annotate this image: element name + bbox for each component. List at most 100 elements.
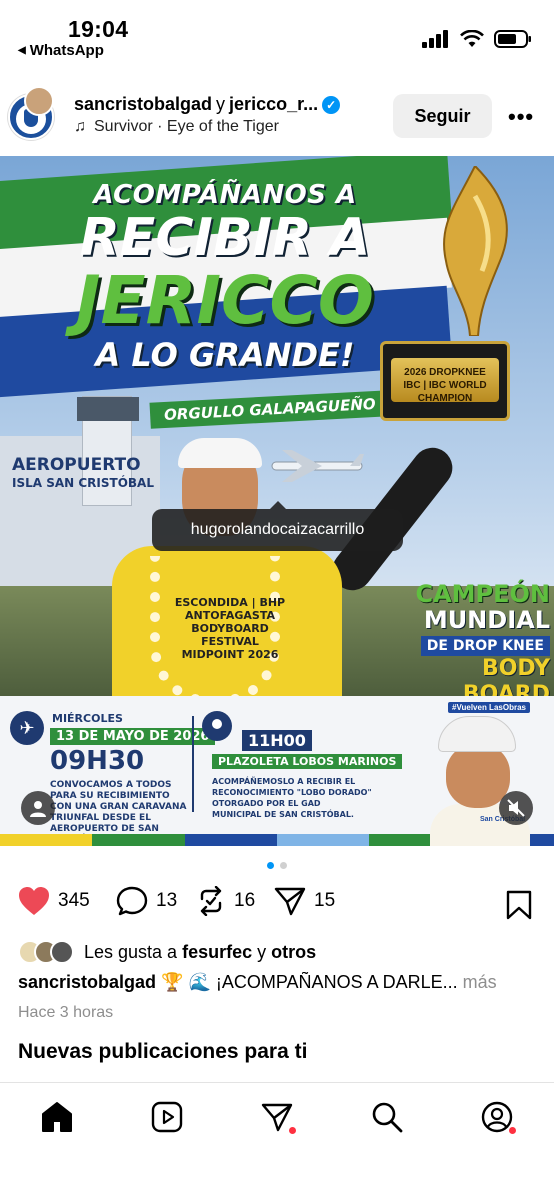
speaker-muted-icon	[507, 799, 525, 817]
airport-sign-line-2: ISLA SAN CRISTÓBAL	[12, 476, 154, 490]
event-time-1: 09H30	[50, 746, 145, 776]
collaborator-username[interactable]: jericco_r...	[229, 94, 318, 115]
back-app-label: WhatsApp	[29, 42, 104, 59]
champion-badge: CAMPEÓN MUNDIAL DE DROP KNEE BODY BOARD	[390, 581, 550, 708]
event-divider	[192, 716, 194, 812]
bottom-navigation	[0, 1082, 554, 1200]
airport-sign: AEROPUERTO ISLA SAN CRISTÓBAL	[12, 456, 162, 492]
likes-connector: y	[257, 941, 267, 962]
repost-button[interactable]: 16	[196, 886, 255, 916]
nav-direct[interactable]	[259, 1099, 296, 1135]
mascot-hard-hat	[438, 716, 516, 752]
verified-badge-icon: ✓	[322, 95, 341, 114]
profile-notification-dot	[509, 1127, 516, 1134]
headline-line-1: ACOMPÁÑANOS A	[93, 180, 357, 210]
carousel-dot-active	[267, 862, 274, 869]
mascot-hat-tag: #Vuelven LasObras	[448, 702, 530, 713]
direct-notification-dot	[289, 1127, 296, 1134]
share-button[interactable]: 15	[274, 886, 335, 916]
carousel-indicator	[0, 862, 554, 869]
profile-icon	[481, 1101, 513, 1133]
nav-home[interactable]	[39, 1099, 75, 1135]
post-caption[interactable]: sancristobalgad 🏆 🌊 ¡ACOMPAÑANOS A DARLE…	[18, 972, 538, 993]
event-date: 13 DE MAYO DE 2026	[50, 728, 216, 745]
battery-icon	[494, 30, 531, 48]
liker-username[interactable]: fesurfec	[182, 942, 252, 962]
event-place: PLAZOLETA LOBOS MARINOS	[212, 754, 403, 769]
nav-reels[interactable]	[149, 1099, 185, 1135]
status-bar: 19:04 ◀ WhatsApp	[0, 0, 554, 70]
direct-message-icon	[261, 1103, 293, 1132]
back-to-app[interactable]: ◀ WhatsApp	[18, 42, 104, 59]
back-arrow-icon: ◀	[18, 45, 26, 56]
music-note-icon: ♫	[74, 118, 86, 135]
carousel-dot	[280, 862, 287, 869]
headline-line-3: JERICCO	[76, 262, 374, 339]
trophy-icon	[442, 166, 508, 336]
poster-headline: ACOMPÁÑANOS A RECIBIR A JERICCO A LO GRA…	[60, 180, 390, 374]
event-text-2: ACOMPÁÑEMOSLO A RECIBIR EL RECONOCIMIENT…	[212, 777, 372, 819]
likes-text: Les gusta a fesurfec y otros	[84, 942, 316, 963]
author-username[interactable]: sancristobalgad	[74, 94, 212, 115]
post-authors: sancristobalgad y jericco_r... ✓	[74, 94, 341, 115]
mute-button[interactable]	[499, 791, 533, 825]
cellular-signal-icon	[422, 30, 448, 48]
athlete-cap	[178, 438, 262, 468]
repost-count: 16	[234, 890, 256, 911]
more-options-icon[interactable]: •••	[508, 104, 534, 130]
headline-line-2: RECIBIR A	[79, 208, 371, 268]
paper-plane-icon	[274, 887, 306, 916]
follow-button[interactable]: Seguir	[393, 94, 492, 138]
headline-line-4: A LO GRANDE!	[95, 336, 355, 374]
collaborator-avatar[interactable]	[24, 86, 54, 116]
likes-prefix: Les gusta a	[84, 941, 178, 962]
like-button[interactable]: 345	[18, 886, 90, 916]
trophy-plate: 2026 DROPKNEE IBC | IBC WORLD CHAMPION	[391, 358, 499, 404]
champion-line-2: MUNDIAL	[423, 606, 550, 634]
post-media[interactable]: ACOMPÁÑANOS A RECIBIR A JERICCO A LO GRA…	[0, 156, 554, 846]
event-day: MIÉRCOLES	[52, 712, 123, 725]
mascot-figure: San Cristóbal #Vuelven LasObras	[420, 702, 540, 846]
comment-button[interactable]: 13	[116, 886, 177, 916]
repost-icon	[200, 886, 222, 916]
authors-connector: y	[216, 94, 226, 114]
status-time: 19:04	[68, 16, 129, 42]
heart-filled-icon	[19, 887, 49, 915]
champion-line-3: DE DROP KNEE	[420, 636, 550, 656]
post-actions: 345 13 16 15	[0, 886, 554, 926]
athlete-vest-text: ESCONDIDA | BHP ANTOFAGASTA BODYBOARD FE…	[174, 596, 286, 661]
airport-sign-line-1: AEROPUERTO	[12, 455, 141, 475]
departure-plane-icon: ✈	[10, 711, 44, 745]
caption-text: 🏆 🌊 ¡ACOMPAÑANOS A DARLE...	[161, 972, 458, 992]
section-title: Nuevas publicaciones para ti	[18, 1040, 308, 1063]
wifi-icon	[460, 30, 484, 47]
nav-profile[interactable]	[479, 1099, 516, 1135]
reels-icon	[151, 1101, 183, 1133]
tagged-people-button[interactable]	[21, 791, 55, 825]
nav-search[interactable]	[369, 1099, 405, 1135]
likes-summary[interactable]: Les gusta a fesurfec y otros	[18, 940, 316, 964]
event-time-2: 11H00	[242, 730, 312, 751]
champion-line-1: CAMPEÓN	[415, 580, 550, 608]
location-pin-icon	[202, 711, 232, 741]
liker-avatar-3	[50, 940, 74, 964]
caption-username[interactable]: sancristobalgad	[18, 972, 156, 992]
comment-icon	[116, 886, 148, 916]
bookmark-icon[interactable]	[506, 890, 532, 920]
search-icon	[372, 1102, 403, 1133]
airplane-icon	[271, 450, 364, 482]
share-count: 15	[314, 890, 336, 911]
likes-others[interactable]: otros	[271, 942, 316, 962]
poster-tagline: ORGULLO GALAPAGUEÑO ♡	[149, 389, 409, 429]
audio-link[interactable]: ♫ Survivor · Eye of the Tiger	[74, 118, 279, 136]
like-count: 345	[58, 890, 90, 911]
audio-label: Survivor · Eye of the Tiger	[94, 118, 279, 135]
post-timestamp: Hace 3 horas	[18, 1004, 114, 1021]
person-icon	[30, 801, 46, 817]
home-icon	[42, 1102, 72, 1132]
tagged-user-tooltip[interactable]: hugorolandocaizacarrillo	[152, 501, 403, 551]
caption-more-link[interactable]: más	[463, 972, 497, 992]
status-icons	[422, 30, 532, 48]
trophy-base: 2026 DROPKNEE IBC | IBC WORLD CHAMPION	[380, 341, 510, 421]
post-header: sancristobalgad y jericco_r... ✓ ♫ Survi…	[0, 86, 554, 148]
